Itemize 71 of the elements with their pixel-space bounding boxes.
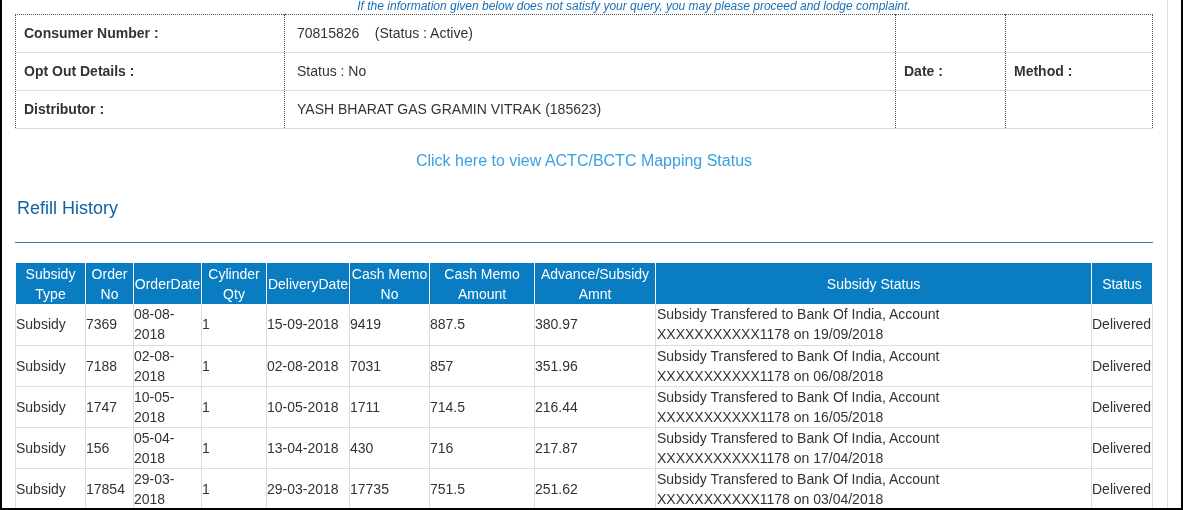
- table-cell: Subsidy: [15, 304, 86, 345]
- table-cell: 1747: [85, 386, 134, 427]
- section-title: Refill History: [17, 197, 119, 220]
- column-header: Cylinder Qty: [201, 263, 267, 304]
- table-cell: 02-08-2018: [133, 345, 202, 386]
- column-header: Subsidy Status: [655, 263, 1092, 304]
- table-cell: 9419: [349, 304, 430, 345]
- table-cell: Subsidy: [15, 468, 86, 508]
- table-cell: 351.96: [534, 345, 656, 386]
- table-cell: 716: [429, 427, 535, 468]
- table-cell: 17854: [85, 468, 134, 508]
- table-cell: Delivered: [1091, 386, 1153, 427]
- table-cell: 29-03-2018: [133, 468, 202, 508]
- table-cell: Subsidy Transfered to Bank Of India, Account XXXXXXXXXXX1178 on 17/04/2018: [655, 427, 1092, 468]
- table-cell: Subsidy Transfered to Bank Of India, Account XXXXXXXXXXX1178 on 03/04/2018: [655, 468, 1092, 508]
- table-cell: 10-05-2018: [266, 386, 350, 427]
- column-header: Cash Memo Amount: [429, 263, 535, 304]
- table-cell: 714.5: [429, 386, 535, 427]
- table-cell: 7188: [85, 345, 134, 386]
- column-header: Advance/Subsidy Amnt: [534, 263, 656, 304]
- field-label: Consumer Number :: [24, 25, 159, 41]
- column-header: DeliveryDate: [266, 263, 350, 304]
- column-header: Cash Memo No: [349, 263, 430, 304]
- table-cell: 10-05-2018: [133, 386, 202, 427]
- table-cell: 857: [429, 345, 535, 386]
- table-cell: 05-04-2018: [133, 427, 202, 468]
- table-cell: Delivered: [1091, 345, 1153, 386]
- table-cell: 1: [201, 386, 267, 427]
- table-cell: Delivered: [1091, 304, 1153, 345]
- column-header: Status: [1091, 263, 1153, 304]
- field-value: 70815826 (Status : Active): [297, 25, 473, 41]
- table-cell: 7369: [85, 304, 134, 345]
- table-cell: 751.5: [429, 468, 535, 508]
- table-cell: Subsidy: [15, 427, 86, 468]
- table-cell: 1711: [349, 386, 430, 427]
- table-cell: 216.44: [534, 386, 656, 427]
- column-header: OrderDate: [133, 263, 202, 304]
- table-cell: 13-04-2018: [266, 427, 350, 468]
- table-cell: Subsidy Transfered to Bank Of India, Account XXXXXXXXXXX1178 on 06/08/2018: [655, 345, 1092, 386]
- table-cell: 1: [201, 345, 267, 386]
- table-cell: 380.97: [534, 304, 656, 345]
- table-cell: 251.62: [534, 468, 656, 508]
- table-cell: 430: [349, 427, 430, 468]
- table-cell: Delivered: [1091, 427, 1153, 468]
- field-value: YASH BHARAT GAS GRAMIN VITRAK (185623): [297, 101, 602, 117]
- table-cell: 887.5: [429, 304, 535, 345]
- table-cell: 02-08-2018: [266, 345, 350, 386]
- field-label: Opt Out Details :: [24, 63, 135, 79]
- table-cell: 156: [85, 427, 134, 468]
- field-label: Distributor :: [24, 101, 105, 117]
- table-cell: Subsidy: [15, 386, 86, 427]
- table-cell: 7031: [349, 345, 430, 386]
- column-header: Order No: [85, 263, 134, 304]
- field-label: Date :: [904, 63, 943, 79]
- notice-text: If the information given below does not satisfy your query, you may please proceed and lodge complaint.: [356, 0, 912, 12]
- field-value: Status : No: [297, 63, 367, 79]
- table-cell: 217.87: [534, 427, 656, 468]
- table-cell: Subsidy Transfered to Bank Of India, Account XXXXXXXXXXX1178 on 19/09/2018: [655, 304, 1092, 345]
- table-cell: Subsidy: [15, 345, 86, 386]
- table-cell: Delivered: [1091, 468, 1153, 508]
- table-cell: 29-03-2018: [266, 468, 350, 508]
- table-cell: 15-09-2018: [266, 304, 350, 345]
- table-cell: 1: [201, 468, 267, 508]
- table-cell: 1: [201, 427, 267, 468]
- table-cell: 1: [201, 304, 267, 345]
- mapping-status-link[interactable]: Click here to view ACTC/BCTC Mapping Status: [415, 149, 753, 173]
- table-cell: Subsidy Transfered to Bank Of India, Account XXXXXXXXXXX1178 on 16/05/2018: [655, 386, 1092, 427]
- table-cell: 17735: [349, 468, 430, 508]
- field-label: Method :: [1014, 63, 1073, 79]
- table-cell: 08-08-2018: [133, 304, 202, 345]
- column-header: Subsidy Type: [15, 263, 86, 304]
